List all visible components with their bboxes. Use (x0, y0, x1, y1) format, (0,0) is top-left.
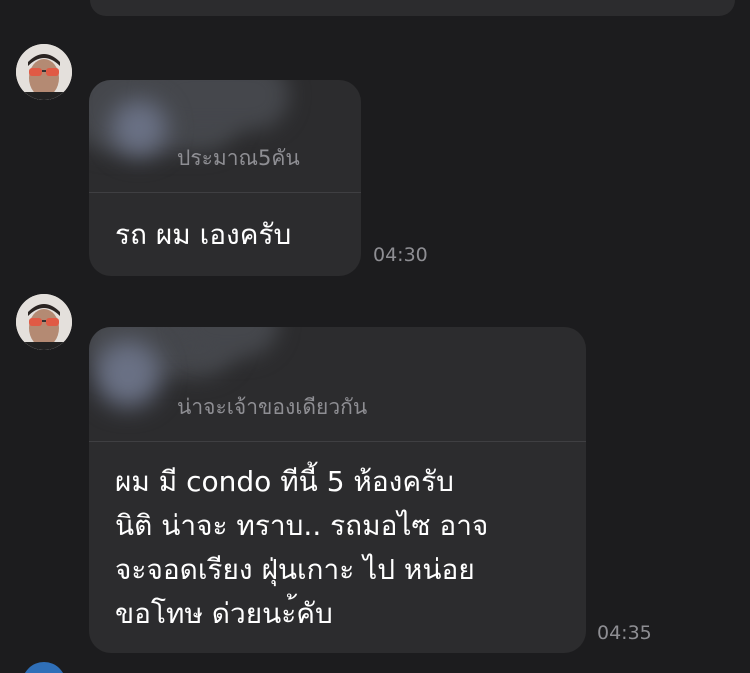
blurred-reply-name (149, 80, 289, 130)
message-bubble-2[interactable]: น่าจะเจ้าของเดียวกัน ผม มี condo ทีนี้ 5… (89, 327, 586, 653)
message-text-line: จะจอดเรียง ฝุ่นเกาะ ไป หน่อย (115, 553, 475, 586)
message-timestamp: 04:35 (597, 622, 652, 644)
chat-screen: ประมาณ5คัน รถ ผม เองครับ 04:30 น่าจะเจ้า… (0, 0, 750, 673)
sender-avatar[interactable] (16, 44, 72, 100)
sender-avatar[interactable] (16, 294, 72, 350)
reply-quote[interactable]: ประมาณ5คัน (89, 80, 361, 194)
message-timestamp: 04:30 (373, 244, 428, 266)
blurred-reply-image (95, 341, 161, 407)
avatar-icon (16, 294, 72, 350)
previous-message-bubble[interactable] (90, 0, 735, 16)
message-text-line: รถ ผม เองครับ (115, 218, 292, 251)
message-text-line: ผม มี condo ทีนี้ 5 ห้องครับ (115, 465, 454, 498)
message-text-line: ขอโทษ ด่วยนะ้คับ (115, 597, 333, 630)
avatar-icon (16, 44, 72, 100)
quoted-message-text: ประมาณ5คัน (177, 146, 300, 170)
next-sender-avatar[interactable] (22, 662, 66, 673)
reply-divider (89, 441, 586, 442)
message-text-line: นิติ น่าจะ ทราบ.. รถมอไซ อาจ (115, 509, 489, 542)
reply-quote[interactable]: น่าจะเจ้าของเดียวกัน (89, 327, 586, 441)
blurred-reply-image (111, 100, 167, 156)
reply-divider (89, 192, 361, 193)
message-bubble-1[interactable]: ประมาณ5คัน รถ ผม เองครับ (89, 80, 361, 276)
quoted-message-text: น่าจะเจ้าของเดียวกัน (177, 395, 368, 419)
